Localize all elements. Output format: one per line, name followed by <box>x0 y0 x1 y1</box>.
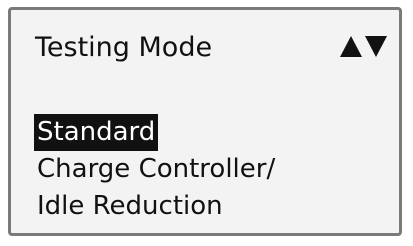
scroll-indicator <box>340 36 387 57</box>
menu-item-charge-controller[interactable]: Charge Controller/ <box>34 151 278 188</box>
menu-item-standard[interactable]: Standard <box>34 114 159 151</box>
menu-item-standard-row: Standard <box>34 114 278 151</box>
lcd-display: Testing Mode Standard Charge Controller/… <box>8 7 402 236</box>
menu-item-idle-reduction[interactable]: Idle Reduction <box>34 188 278 225</box>
scroll-down-icon[interactable] <box>365 36 387 57</box>
menu-list: Standard Charge Controller/ Idle Reducti… <box>34 114 278 225</box>
scroll-up-icon[interactable] <box>340 36 362 57</box>
screen-title: Testing Mode <box>35 32 213 63</box>
